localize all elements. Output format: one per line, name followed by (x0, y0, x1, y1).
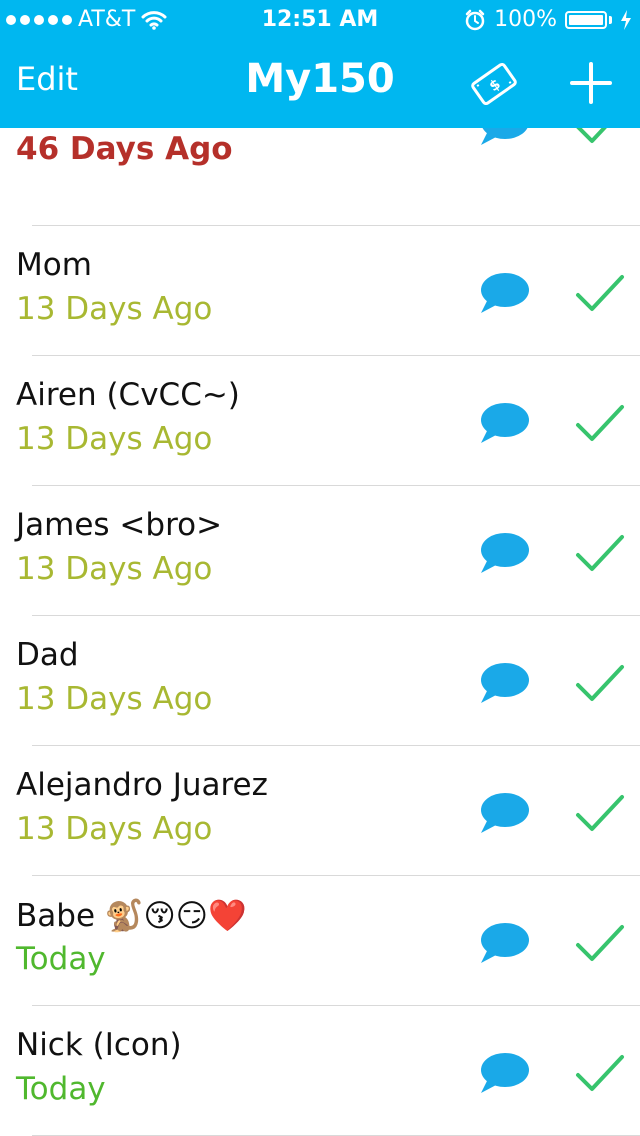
nav-bar: Edit My150 $ (0, 40, 640, 128)
message-button[interactable] (478, 271, 530, 315)
contact-list: Kevin (cousin) Brannigan 46 Days Ago Mom… (0, 91, 640, 1136)
speech-bubble-icon (481, 403, 529, 443)
message-button[interactable] (478, 921, 530, 965)
checkmark-icon (576, 795, 624, 831)
add-button[interactable] (566, 58, 616, 108)
plus-icon (570, 62, 612, 104)
mark-contacted-button[interactable] (574, 531, 626, 575)
speech-bubble-icon (481, 1053, 529, 1093)
page-title: My150 (245, 56, 395, 102)
last-contact-label: 13 Days Ago (16, 551, 213, 587)
mark-contacted-button[interactable] (574, 661, 626, 705)
mark-contacted-button[interactable] (574, 791, 626, 835)
contact-name: Alejandro Juarez (16, 767, 268, 803)
last-contact-label: 13 Days Ago (16, 291, 213, 327)
last-contact-label: 13 Days Ago (16, 421, 213, 457)
last-contact-label: 46 Days Ago (16, 131, 233, 167)
battery-percent: 100% (494, 7, 557, 32)
speech-bubble-icon (481, 533, 529, 573)
last-contact-label: 13 Days Ago (16, 681, 213, 717)
battery-fill (569, 15, 603, 25)
checkmark-icon (576, 925, 624, 961)
last-contact-label: Today (16, 941, 106, 977)
contact-row[interactable]: Nick (Icon) Today (0, 1005, 640, 1136)
mark-contacted-button[interactable] (574, 271, 626, 315)
last-contact-label: Today (16, 1071, 106, 1107)
edit-button[interactable]: Edit (16, 60, 78, 98)
status-bar: AT&T 12:51 AM 100% (0, 0, 640, 40)
contact-row[interactable]: Dad 13 Days Ago (0, 615, 640, 746)
message-button[interactable] (478, 791, 530, 835)
status-right: 100% (464, 0, 632, 40)
checkmark-icon (576, 665, 624, 701)
contact-name: Nick (Icon) (16, 1027, 182, 1063)
charging-bolt-icon (621, 10, 631, 30)
mark-contacted-button[interactable] (574, 1051, 626, 1095)
message-button[interactable] (478, 661, 530, 705)
contact-row[interactable]: Airen (CvCC~) 13 Days Ago (0, 355, 640, 486)
battery-icon (565, 11, 607, 29)
alarm-clock-icon (465, 9, 485, 31)
contact-row[interactable]: James <bro> 13 Days Ago (0, 485, 640, 616)
message-button[interactable] (478, 1051, 530, 1095)
mark-contacted-button[interactable] (574, 921, 626, 965)
last-contact-label: 13 Days Ago (16, 811, 213, 847)
mark-contacted-button[interactable] (574, 401, 626, 445)
checkmark-icon (576, 275, 624, 311)
header: AT&T 12:51 AM 100% Edit My150 $ (0, 0, 640, 128)
contact-row[interactable]: Alejandro Juarez 13 Days Ago (0, 745, 640, 876)
speech-bubble-icon (481, 923, 529, 963)
contact-name: Dad (16, 637, 79, 673)
contact-row[interactable]: Babe 🐒😚😏❤️ Today (0, 875, 640, 1006)
checkmark-icon (576, 535, 624, 571)
checkmark-icon (576, 1055, 624, 1091)
speech-bubble-icon (481, 793, 529, 833)
battery-tip (609, 16, 612, 24)
contact-name: Airen (CvCC~) (16, 377, 240, 413)
contact-name: Babe 🐒😚😏❤️ (16, 898, 247, 934)
contact-row[interactable]: Mom 13 Days Ago (0, 225, 640, 356)
money-bill-icon[interactable]: $ (466, 56, 522, 112)
speech-bubble-icon (481, 273, 529, 313)
contact-name: Mom (16, 247, 92, 283)
contact-name: James <bro> (16, 507, 223, 543)
speech-bubble-icon (481, 663, 529, 703)
checkmark-icon (576, 405, 624, 441)
message-button[interactable] (478, 401, 530, 445)
message-button[interactable] (478, 531, 530, 575)
